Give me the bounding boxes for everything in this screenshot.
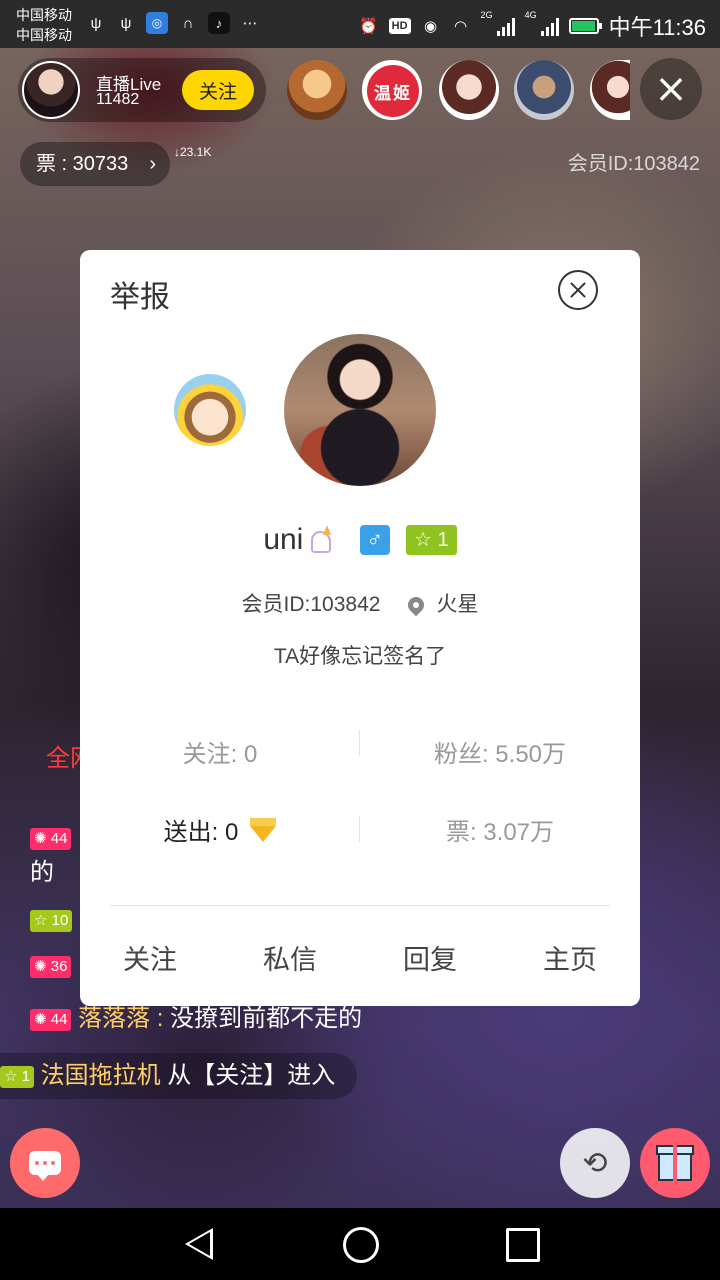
notification-icons: ψ ψ ◎ ∩ ♪ ⋯ — [86, 12, 260, 34]
user-level: 1 — [437, 529, 449, 552]
chat-button[interactable] — [10, 1128, 80, 1198]
wifi-icon: ◠ — [454, 18, 468, 35]
viewer-avatar[interactable] — [287, 60, 347, 120]
chat-message-text: 的 — [30, 859, 54, 886]
viewer-avatar[interactable]: 温姬 — [362, 60, 422, 120]
close-card-button[interactable] — [558, 270, 598, 310]
hd-icon: HD — [388, 18, 411, 34]
male-gender-icon: ♂ — [359, 525, 390, 556]
recents-icon[interactable] — [506, 1228, 540, 1262]
ticket-trend: ↓23.1K — [174, 145, 212, 159]
following-count[interactable]: 关注: 0 — [80, 734, 360, 769]
user-info-card: 举报 uni ♂ ☆ 1 会员ID:103842 火星 TA好像忘记签名了 关注:… — [80, 250, 640, 1006]
chat-bubble-icon — [29, 1151, 61, 1181]
host-avatar[interactable] — [22, 61, 80, 119]
location-pin-icon — [405, 594, 428, 617]
user-name-row: uni ♂ ☆ 1 — [80, 522, 640, 557]
chat-message: ✺ 44 — [30, 824, 72, 852]
guardian-avatar[interactable] — [174, 374, 246, 446]
carrier-2: 中国移动 — [16, 27, 72, 43]
follow-user-button[interactable]: 关注 — [80, 938, 220, 977]
sent-gifts[interactable]: 送出: 0 — [80, 812, 360, 847]
user-id-row: 会员ID:103842 火星 — [80, 588, 640, 618]
host-member-id: 会员ID:103842 — [567, 153, 700, 175]
chat-message: ☆ 1 法国拖拉机 从【关注】进入 — [0, 1053, 358, 1099]
headset-icon: ∩ — [182, 14, 194, 32]
usb-debug-icon: ψ — [120, 14, 132, 32]
private-message-button[interactable]: 私信 — [220, 938, 360, 977]
status-bar: 中国移动 中国移动 ψ ψ ◎ ∩ ♪ ⋯ ⏰ HD ◉ ◠ 2G 4G 中午1… — [0, 0, 720, 48]
level-badge: ✺ 44 — [30, 827, 72, 850]
viewer-count: 11482 — [96, 91, 140, 108]
carrier-1: 中国移动 — [16, 7, 72, 23]
status-icons: ⏰ HD ◉ ◠ 2G 4G 中午11:36 — [359, 10, 706, 42]
chat-username: 法国拖拉机 — [40, 1062, 161, 1089]
network-2g-label: 2G — [480, 10, 493, 20]
fans-count[interactable]: 粉丝: 5.50万 — [360, 734, 640, 769]
follow-host-button[interactable]: 关注 — [182, 70, 254, 110]
user-signature: TA好像忘记签名了 — [273, 645, 447, 668]
viewer-avatar[interactable] — [439, 60, 499, 120]
tiktok-icon: ♪ — [208, 12, 230, 34]
network-4g-label: 4G — [524, 10, 537, 20]
level-badge: ☆ 1 — [0, 1065, 34, 1088]
chat-text: 没撩到前都不走的 — [170, 1005, 363, 1032]
user-level-badge: ☆ 1 — [406, 525, 457, 556]
home-icon[interactable] — [343, 1227, 379, 1263]
share-button[interactable]: ⟲ — [560, 1128, 630, 1198]
user-avatar[interactable] — [284, 334, 436, 486]
gift-button[interactable] — [640, 1128, 710, 1198]
action-divider — [110, 905, 610, 906]
close-live-button[interactable]: × — [640, 58, 702, 120]
level-badge: ✺ 44 — [30, 1008, 72, 1031]
unicorn-icon — [305, 525, 335, 555]
diamond-icon — [250, 817, 277, 842]
username: uni — [263, 523, 304, 557]
back-icon[interactable] — [185, 1228, 213, 1260]
user-location: 火星 — [436, 593, 479, 616]
signal-icon-2 — [540, 16, 559, 36]
chat-text: 从【关注】进入 — [167, 1062, 336, 1089]
user-member-id: 会员ID:103842 — [241, 593, 381, 616]
navigation-bar — [0, 1208, 720, 1280]
battery-fill — [571, 21, 595, 31]
tickets-count[interactable]: 票: 3.07万 — [360, 812, 640, 847]
level-badge: ☆ 10 — [30, 909, 73, 932]
usb-icon: ψ — [90, 14, 102, 32]
share-icon: ⟲ — [582, 1146, 608, 1180]
ticket-pill[interactable]: 票 : 30733 › — [20, 142, 170, 186]
eye-comfort-icon: ◉ — [424, 18, 438, 35]
hotspot-icon: ◎ — [146, 12, 168, 34]
viewer-badge-heart: 温姬 — [367, 65, 419, 117]
battery-icon — [568, 18, 602, 34]
signal-icon-1 — [496, 16, 515, 36]
chat-message: ✺ 36 — [30, 952, 72, 980]
report-link[interactable]: 举报 — [110, 272, 170, 316]
chat-username: 落落落 : — [78, 1005, 164, 1032]
clock: 中午11:36 — [608, 15, 706, 40]
level-badge: ✺ 36 — [30, 955, 72, 978]
sent-count: 送出: 0 — [163, 819, 239, 846]
ticket-count: 票 : 30733 — [36, 153, 129, 175]
host-info-pill[interactable]: 直播Live 11482 关注 — [18, 58, 266, 122]
viewer-avatar[interactable] — [514, 60, 574, 120]
chat-message: ☆ 10 — [30, 906, 73, 934]
more-notifications-icon: ⋯ — [242, 15, 258, 32]
alarm-icon: ⏰ — [359, 18, 378, 35]
homepage-button[interactable]: 主页 — [500, 938, 640, 977]
reply-button[interactable]: 回复 — [360, 938, 500, 977]
chevron-right-icon: › — [149, 153, 156, 175]
gift-icon — [656, 1145, 694, 1181]
